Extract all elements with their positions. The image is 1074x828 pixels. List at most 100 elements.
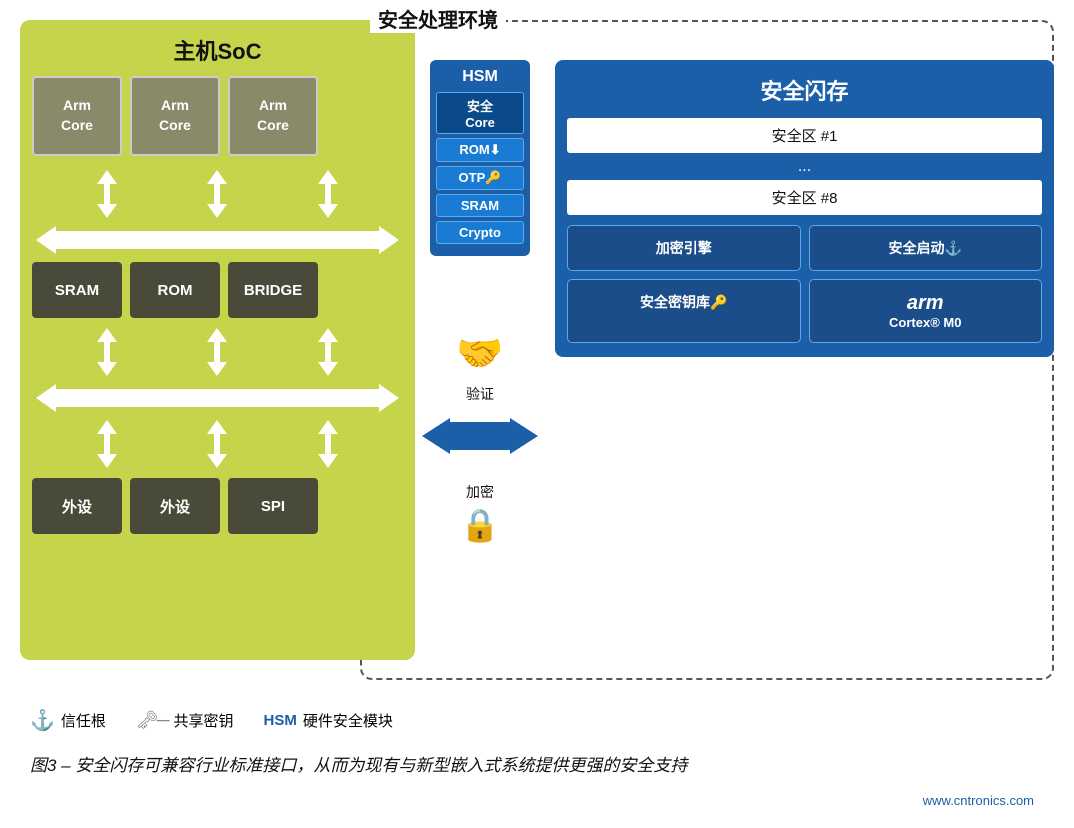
key-symbol: 🗝─	[136, 710, 168, 731]
arrow-body-1	[56, 231, 379, 249]
arm-core-1: ArmCore	[32, 76, 122, 156]
arrow-stem-5	[214, 342, 220, 362]
arrow-stem-1	[104, 184, 110, 204]
arrow-stem-8	[214, 434, 220, 454]
soc-vert-arrows-2	[32, 326, 403, 378]
arrow-stem-3	[325, 184, 331, 204]
arm-cores-row: ArmCore ArmCore ArmCore	[32, 76, 403, 156]
verify-label: 验证	[466, 384, 494, 404]
arrow-down-5	[207, 362, 227, 376]
hsm-otp: OTP🔑	[436, 166, 524, 190]
hsm-title: HSM	[436, 68, 524, 86]
crypto-engine-box: 加密引擎	[567, 225, 801, 271]
big-arrow-body	[450, 422, 510, 450]
arrow-up-6	[318, 328, 338, 342]
sram-box: SRAM	[32, 262, 122, 318]
legend-hsm-item: HSM 硬件安全模块	[264, 710, 393, 731]
arrow-up-5	[207, 328, 227, 342]
arrow-up-2	[207, 170, 227, 184]
soc-vert-arrows-1	[32, 168, 403, 220]
big-arrow-right	[510, 418, 538, 454]
hsm-sram: SRAM	[436, 194, 524, 217]
vert-arrow-8	[207, 420, 227, 468]
spi-box: SPI	[228, 478, 318, 534]
vert-arrow-7	[97, 420, 117, 468]
soc-title: 主机SoC	[32, 34, 403, 66]
arrow-left-1	[36, 226, 56, 254]
secure-env-label: 安全处理环境	[370, 4, 506, 33]
vert-arrow-1	[97, 170, 117, 218]
flash-bottom-grid: 加密引擎 安全启动⚓ 安全密钥库🔑 arm Cortex® M0	[567, 225, 1042, 343]
arrow-down-9	[318, 454, 338, 468]
anchor-symbol: ⚓	[30, 708, 55, 733]
hsm-down-arrow	[470, 262, 490, 310]
legend-row: ⚓ 信任根 🗝─ 共享密钥 HSM 硬件安全模块	[20, 696, 1054, 733]
wide-horiz-arrow-2	[36, 384, 399, 412]
secure-boot-box: 安全启动⚓	[809, 225, 1043, 271]
arrow-stem-7	[104, 434, 110, 454]
arrow-up-3	[318, 170, 338, 184]
middle-section: HSM 安全Core ROM⬇ OTP🔑 SRAM Crypto 🤝 验证	[415, 60, 545, 544]
arrow-left-2	[36, 384, 56, 412]
arrow-down-4	[97, 362, 117, 376]
vert-arrow-9	[318, 420, 338, 468]
flash-zone-1: 安全区 #1	[567, 118, 1042, 153]
vert-arrow-4	[97, 328, 117, 376]
hsm-rom: ROM⬇	[436, 138, 524, 162]
encrypt-section: 加密 🔒	[460, 480, 500, 544]
bridge-box: BRIDGE	[228, 262, 318, 318]
peripheral-row: 外设 外设 SPI	[32, 478, 403, 534]
hsm-crypto: Crypto	[436, 221, 524, 244]
handshake-icon: 🤝	[456, 332, 503, 376]
arrow-down-3	[318, 204, 338, 218]
soc-vert-arrows-3	[32, 418, 403, 470]
arm-core-2: ArmCore	[130, 76, 220, 156]
arrow-stem-2	[214, 184, 220, 204]
verify-section: 🤝 验证	[422, 332, 538, 460]
vert-arrow-5	[207, 328, 227, 376]
mem-blocks-row: SRAM ROM BRIDGE	[32, 262, 403, 318]
arrow-down-2	[207, 204, 227, 218]
key-label: 共享密钥	[174, 710, 234, 731]
periph-1: 外设	[32, 478, 122, 534]
vert-arrow-6	[318, 328, 338, 376]
arrow-stem-9	[325, 434, 331, 454]
vert-arrow-2	[207, 170, 227, 218]
arrow-up-1	[97, 170, 117, 184]
arrow-down-6	[318, 362, 338, 376]
arrow-stem-4	[104, 342, 110, 362]
vert-arrow-3	[318, 170, 338, 218]
wide-horiz-arrow-1	[36, 226, 399, 254]
secure-flash-block: 安全闪存 安全区 #1 ... 安全区 #8 加密引擎 安全启动⚓ 安全密钥库🔑…	[555, 60, 1054, 357]
encrypt-label: 加密	[466, 482, 494, 502]
source-url: www.cntronics.com	[20, 793, 1054, 808]
cortex-label: Cortex® M0	[889, 315, 961, 330]
main-container: 安全处理环境 主机SoC ArmCore ArmCore ArmCore	[20, 20, 1054, 808]
arrow-down-8	[207, 454, 227, 468]
hsm-legend-label: HSM	[264, 712, 297, 729]
anchor-label: 信任根	[61, 710, 106, 731]
arrow-down-7	[97, 454, 117, 468]
hsm-block: HSM 安全Core ROM⬇ OTP🔑 SRAM Crypto	[430, 60, 530, 256]
big-arrow-left	[422, 418, 450, 454]
flash-dots: ...	[567, 158, 1042, 176]
arrow-up-4	[97, 328, 117, 342]
arrow-stem-6	[325, 342, 331, 362]
arrow-body-2	[56, 389, 379, 407]
diagram-area: 安全处理环境 主机SoC ArmCore ArmCore ArmCore	[20, 20, 1054, 680]
periph-2: 外设	[130, 478, 220, 534]
flash-zone-8: 安全区 #8	[567, 180, 1042, 215]
lock-icon: 🔒	[460, 506, 500, 544]
hsm-secure-core: 安全Core	[436, 92, 524, 134]
hsm-arrow-stem	[477, 276, 483, 296]
legend-key-item: 🗝─ 共享密钥	[136, 710, 234, 731]
arm-cortex-box: arm Cortex® M0	[809, 279, 1043, 343]
hsm-arrow-down	[470, 296, 490, 310]
hsm-legend-desc: 硬件安全模块	[303, 710, 393, 731]
arrow-right-2	[379, 384, 399, 412]
arm-brand: arm	[907, 292, 944, 314]
secure-keystore-box: 安全密钥库🔑	[567, 279, 801, 343]
figure-caption: 图3 – 安全闪存可兼容行业标准接口，从而为现有与新型嵌入式系统提供更强的安全支…	[20, 749, 920, 779]
arrow-right-1	[379, 226, 399, 254]
right-section: 安全闪存 安全区 #1 ... 安全区 #8 加密引擎 安全启动⚓ 安全密钥库🔑…	[545, 60, 1054, 357]
